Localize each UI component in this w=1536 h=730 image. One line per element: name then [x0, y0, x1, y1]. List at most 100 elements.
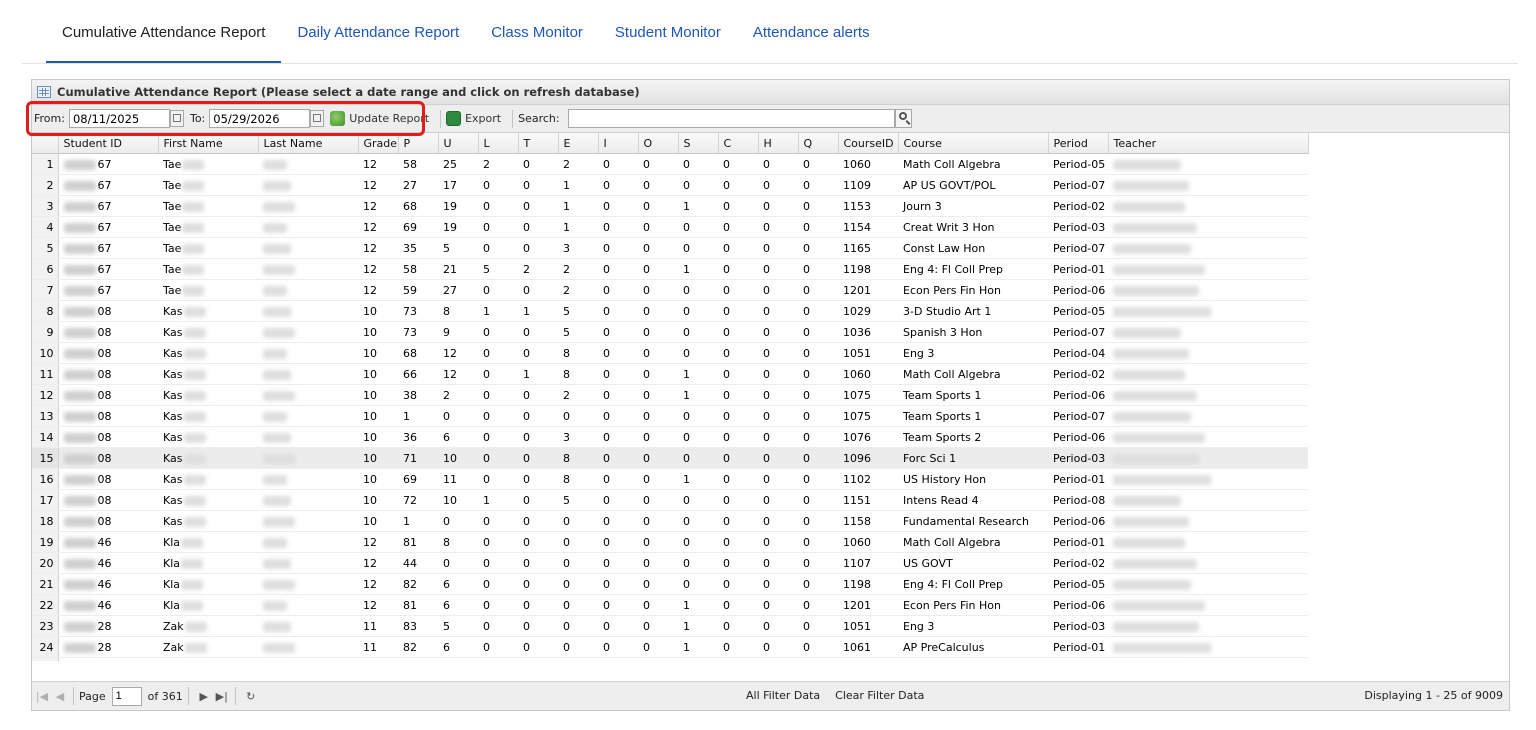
- e-cell: 0: [558, 615, 598, 637]
- table-row[interactable]: 17 08 Kas 10 72 10 1 0 5 0 0 0 0 0 0 1151 Intens Read 4P…: [32, 489, 1308, 511]
- update-report-button[interactable]: Update Report: [330, 111, 429, 126]
- table-row[interactable]: 5 67 Tae 12 35 5 0 0 3 0 0 0 0 0 0 1165 Const Law Hon Per…: [32, 237, 1308, 259]
- table-row[interactable]: 22 46 Kla 12 81 6 0 0 0 0 0 1 0 0 0 1201 Econ Pers Fin H…: [32, 594, 1308, 616]
- table-row[interactable]: 1 67 Tae 12 58 25 2 0 2 0 0 0 0 0 0 1060 Math Coll Algeb…: [32, 153, 1308, 175]
- e-cell: 3: [558, 237, 598, 259]
- table-row[interactable]: 9 08 Kas 10 73 9 0 0 5 0 0 0 0 0 0 1036 Spanish 3 Hon Per…: [32, 321, 1308, 343]
- column-header-teacher[interactable]: Teacher: [1108, 133, 1309, 154]
- column-header-t[interactable]: T: [518, 133, 559, 154]
- first-name-cell: Kas: [158, 384, 258, 406]
- e-cell: 0: [558, 636, 598, 658]
- course-cell: Econ Pers Fin Hon: [898, 594, 1048, 616]
- redacted-text: [263, 390, 295, 401]
- reload-icon[interactable]: ↻: [243, 690, 259, 703]
- calendar-icon[interactable]: [169, 110, 184, 127]
- table-row[interactable]: 10 08 Kas 10 68 12 0 0 8 0 0 0 0 0 0 1051 Eng 3 Period-04: [32, 342, 1308, 364]
- column-header-first-name[interactable]: First Name: [158, 133, 259, 154]
- redacted-text: [63, 558, 96, 569]
- column-header-i[interactable]: I: [598, 133, 639, 154]
- last-page-icon[interactable]: ▶|: [214, 690, 230, 703]
- table-row[interactable]: 8 08 Kas 10 73 8 1 1 5 0 0 0 0 0 0 1029 3-D Studio Art 1…: [32, 300, 1308, 322]
- p-cell: 69: [398, 216, 438, 238]
- redacted-text: [1113, 180, 1189, 191]
- table-row[interactable]: 19 46 Kla 12 81 8 0 0 0 0 0 0 0 0 0 1060 Math Coll Algeb…: [32, 531, 1308, 553]
- table-row[interactable]: 20 46 Kla 12 44 0 0 0 0 0 0 0 0 0 0 1107 US GOVT Period-0…: [32, 552, 1308, 574]
- column-header-o[interactable]: O: [638, 133, 679, 154]
- h-cell: 0: [758, 300, 798, 322]
- page-input[interactable]: [111, 686, 142, 706]
- q-cell: 0: [798, 594, 838, 616]
- redacted-text: [182, 243, 205, 254]
- table-row[interactable]: 7 67 Tae 12 59 27 0 0 2 0 0 0 0 0 0 1201 Econ Pers Fin H…: [32, 279, 1308, 301]
- i-cell: 0: [598, 237, 638, 259]
- column-header-last-name[interactable]: Last Name: [258, 133, 359, 154]
- first-page-icon[interactable]: |◀: [34, 690, 50, 703]
- column-header-p[interactable]: P: [398, 133, 439, 154]
- column-header-course[interactable]: Course: [898, 133, 1049, 154]
- first-name-prefix: Kla: [163, 577, 181, 591]
- table-row[interactable]: 24 28 Zak 11 82 6 0 0 0 0 0 1 0 0 0 1061 AP PreCalculus P…: [32, 636, 1308, 658]
- column-header-grade[interactable]: Grade: [358, 133, 399, 154]
- table-row[interactable]: 3 67 Tae 12 68 19 0 0 1 0 0 1 0 0 0 1153 Journ 3 Period-0…: [32, 195, 1308, 217]
- tab-attendance-alerts[interactable]: Attendance alerts: [737, 0, 886, 64]
- u-cell: 11: [438, 468, 478, 490]
- column-header-l[interactable]: L: [478, 133, 519, 154]
- column-header-s[interactable]: S: [678, 133, 719, 154]
- table-row[interactable]: 2528Zak114230000000001072Math for ACT SA…: [32, 657, 1308, 661]
- column-header-c[interactable]: C: [718, 133, 759, 154]
- table-row[interactable]: 14 08 Kas 10 36 6 0 0 3 0 0 0 0 0 0 1076 Team Sports 2 Pe…: [32, 426, 1308, 448]
- column-header-e[interactable]: E: [558, 133, 599, 154]
- last-name-cell: [258, 489, 358, 511]
- l-cell: 0: [478, 321, 518, 343]
- row-number: 10: [32, 342, 59, 364]
- column-header-q[interactable]: Q: [798, 133, 839, 154]
- tab-daily-attendance-report[interactable]: Daily Attendance Report: [281, 0, 475, 64]
- table-row[interactable]: 12 08 Kas 10 38 2 0 0 2 0 0 1 0 0 0 1075 Team Sports 1 Pe…: [32, 384, 1308, 406]
- column-header-u[interactable]: U: [438, 133, 479, 154]
- course-cell: Team Sports 2: [898, 426, 1048, 448]
- export-button[interactable]: Export: [446, 111, 501, 126]
- table-row[interactable]: 2 67 Tae 12 27 17 0 0 1 0 0 0 0 0 0 1109 AP US GOVT/POL P…: [32, 174, 1308, 196]
- student-id-cell: 28: [58, 615, 158, 637]
- column-header-student-id[interactable]: Student ID: [58, 133, 159, 154]
- search-icon[interactable]: [894, 109, 912, 128]
- column-header-period[interactable]: Period: [1048, 133, 1109, 154]
- to-date-input[interactable]: [209, 109, 311, 128]
- redacted-text: [63, 159, 96, 170]
- table-row[interactable]: 15 08 Kas 10 71 10 0 0 8 0 0 0 0 0 0 1096 Forc Sci 1 Peri…: [32, 447, 1308, 469]
- first-name-cell: Zak: [158, 657, 258, 661]
- redacted-text: [63, 621, 96, 632]
- prev-page-icon[interactable]: ◀: [52, 690, 68, 703]
- grade-cell: 12: [358, 552, 398, 574]
- tab-student-monitor[interactable]: Student Monitor: [599, 0, 737, 64]
- period-cell: Period-06: [1048, 594, 1108, 616]
- row-number: 25: [32, 657, 59, 661]
- from-date-input[interactable]: [68, 109, 170, 128]
- course-id-cell: 1072: [838, 657, 898, 661]
- table-row[interactable]: 4 67 Tae 12 69 19 0 0 1 0 0 0 0 0 0 1154 Creat Writ 3 Ho…: [32, 216, 1308, 238]
- tab-class-monitor[interactable]: Class Monitor: [475, 0, 599, 64]
- clear-filter-data-link[interactable]: Clear Filter Data: [835, 689, 924, 702]
- p-cell: 27: [398, 174, 438, 196]
- q-cell: 0: [798, 468, 838, 490]
- redacted-text: [183, 474, 206, 485]
- table-row[interactable]: 11 08 Kas 10 66 12 0 1 8 0 0 1 0 0 0 1060 Math Coll Alge…: [32, 363, 1308, 385]
- search-input[interactable]: [567, 109, 895, 128]
- course-id-cell: 1107: [838, 552, 898, 574]
- table-row[interactable]: 23 28 Zak 11 83 5 0 0 0 0 0 1 0 0 0 1051 Eng 3 Period-03: [32, 615, 1308, 637]
- tab-cumulative-attendance-report[interactable]: Cumulative Attendance Report: [46, 0, 282, 64]
- next-page-icon[interactable]: ▶: [196, 690, 212, 703]
- table-row[interactable]: 21 46 Kla 12 82 6 0 0 0 0 0 0 0 0 0 1198 Eng 4: Fl Coll …: [32, 573, 1308, 595]
- first-name-prefix: Kas: [163, 409, 183, 423]
- column-header-h[interactable]: H: [758, 133, 799, 154]
- calendar-icon[interactable]: [310, 110, 325, 127]
- table-row[interactable]: 18 08 Kas 10 1 0 0 0 0 0 0 0 0 0 0 1158 Fundamental Rese…: [32, 510, 1308, 532]
- t-cell: 0: [518, 174, 558, 196]
- table-row[interactable]: 13 08 Kas 10 1 0 0 0 0 0 0 0 0 0 0 1075 Team Sports 1 Per…: [32, 405, 1308, 427]
- column-header-courseid[interactable]: CourseID: [838, 133, 899, 154]
- table-row[interactable]: 6 67 Tae 12 58 21 5 2 2 0 0 1 0 0 0 1198 Eng 4: Fl Coll …: [32, 258, 1308, 280]
- all-filter-data-link[interactable]: All Filter Data: [746, 689, 820, 702]
- row-number: 2: [32, 174, 59, 196]
- table-row[interactable]: 16 08 Kas 10 69 11 0 0 8 0 0 1 0 0 0 1102 US History Hon…: [32, 468, 1308, 490]
- last-name-cell: [258, 279, 358, 301]
